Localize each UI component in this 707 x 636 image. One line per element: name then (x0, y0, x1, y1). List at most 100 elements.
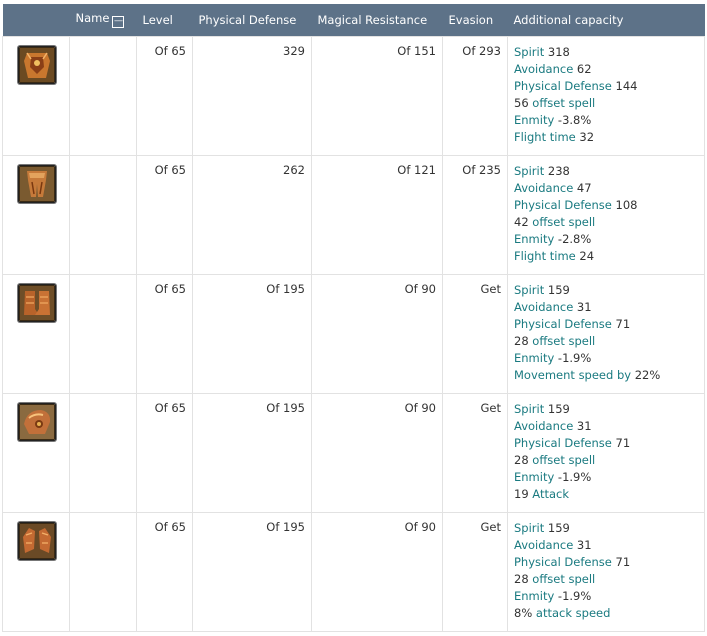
capacity-stat-link[interactable]: Spirit (514, 283, 544, 297)
capacity-prefix: 42 (514, 214, 533, 229)
capacity-stat-link[interactable]: Avoidance (514, 300, 573, 314)
capacity-line: Spirit 318 (514, 44, 698, 61)
capacity-line: Physical Defense 71 (514, 316, 698, 333)
capacity-line: 19 Attack (514, 486, 698, 503)
capacity-line: Spirit 238 (514, 163, 698, 180)
capacity-stat-link[interactable]: Avoidance (514, 181, 573, 195)
item-stats-table: Name — Level Physical Defense Magical Res… (2, 4, 705, 632)
table-header-row: Name — Level Physical Defense Magical Res… (2, 4, 705, 36)
capacity-stat-link[interactable]: Flight time (514, 249, 576, 263)
table-row[interactable]: Of 65 329 Of 151 Of 293 Spirit 318 Avoidance … (2, 35, 705, 156)
capacity-line: Avoidance 62 (514, 61, 698, 78)
capacity-value: -1.9% (554, 588, 592, 603)
capacity-stat-link[interactable]: Avoidance (514, 419, 573, 433)
capacity-line: Flight time 32 (514, 129, 698, 146)
item-physical-defense-cell: Of 195 (192, 392, 312, 513)
capacity-stat-link[interactable]: Enmity (514, 232, 554, 246)
capacity-line: Spirit 159 (514, 401, 698, 418)
item-additional-capacity-cell: Spirit 159 Avoidance 31 Physical Defense 7… (507, 273, 705, 394)
capacity-value: -1.9% (554, 350, 592, 365)
capacity-stat-link[interactable]: Physical Defense (514, 79, 612, 93)
item-icon-cell (2, 392, 70, 513)
capacity-line: Avoidance 31 (514, 299, 698, 316)
item-magical-resistance-cell: Of 90 (311, 511, 443, 632)
capacity-line: Enmity -1.9% (514, 469, 698, 486)
armor-breastplate-icon[interactable] (18, 45, 56, 84)
capacity-prefix: 28 (514, 571, 533, 586)
capacity-stat-link[interactable]: Physical Defense (514, 317, 612, 331)
armor-shoulder-icon[interactable] (18, 402, 56, 441)
capacity-line: Avoidance 31 (514, 418, 698, 435)
capacity-value: 159 (544, 401, 570, 416)
capacity-line: Avoidance 31 (514, 537, 698, 554)
capacity-stat-link[interactable]: Movement speed by (514, 368, 631, 382)
capacity-value: 22% (631, 367, 661, 382)
header-level[interactable]: Level (137, 4, 193, 36)
capacity-prefix: 28 (514, 333, 533, 348)
capacity-value: 108 (611, 197, 638, 212)
capacity-value: 238 (544, 163, 570, 178)
item-additional-capacity-cell: Spirit 318 Avoidance 62 Physical Defense 1… (507, 35, 705, 156)
header-name[interactable]: Name — (70, 4, 137, 36)
capacity-stat-link[interactable]: Attack (532, 487, 569, 501)
item-level-cell: Of 65 (136, 154, 193, 275)
capacity-stat-link[interactable]: attack speed (536, 606, 611, 620)
table-row[interactable]: Of 65 262 Of 121 Of 235 Spirit 238 Avoidance … (2, 154, 705, 275)
item-additional-capacity-cell: Spirit 159 Avoidance 31 Physical Defense 7… (507, 511, 705, 632)
capacity-value: 32 (575, 129, 595, 144)
capacity-line: Enmity -1.9% (514, 588, 698, 605)
capacity-stat-link[interactable]: Physical Defense (514, 198, 612, 212)
capacity-stat-link[interactable]: Flight time (514, 130, 576, 144)
capacity-prefix: 8% (514, 605, 536, 620)
capacity-stat-link[interactable]: offset spell (532, 96, 595, 110)
header-magical-resistance[interactable]: Magical Resistance (312, 4, 443, 36)
capacity-value: 159 (544, 282, 570, 297)
armor-boots-icon[interactable] (18, 283, 56, 322)
capacity-stat-link[interactable]: Physical Defense (514, 436, 612, 450)
table-row[interactable]: Of 65 Of 195 Of 90 Get Spirit 159 Avoidance 3… (2, 511, 705, 632)
capacity-stat-link[interactable]: Spirit (514, 521, 544, 535)
capacity-stat-link[interactable]: Physical Defense (514, 555, 612, 569)
capacity-line: Spirit 159 (514, 520, 698, 537)
capacity-line: Physical Defense 144 (514, 78, 698, 95)
capacity-stat-link[interactable]: Avoidance (514, 62, 573, 76)
capacity-stat-link[interactable]: offset spell (532, 334, 595, 348)
capacity-stat-link[interactable]: Enmity (514, 470, 554, 484)
header-icon (3, 4, 70, 36)
armor-leggings-icon[interactable] (18, 164, 56, 203)
table-row[interactable]: Of 65 Of 195 Of 90 Get Spirit 159 Avoidance 3… (2, 392, 705, 513)
collapse-icon[interactable]: — (112, 16, 125, 29)
capacity-line: Enmity -2.8% (514, 231, 698, 248)
capacity-line: Flight time 24 (514, 248, 698, 265)
header-physical-defense[interactable]: Physical Defense (193, 4, 312, 36)
capacity-stat-link[interactable]: Spirit (514, 45, 544, 59)
armor-gloves-icon[interactable] (18, 521, 56, 560)
item-magical-resistance-cell: Of 90 (311, 392, 443, 513)
capacity-value: 71 (611, 316, 631, 331)
capacity-line: Enmity -1.9% (514, 350, 698, 367)
item-icon-cell (2, 273, 70, 394)
capacity-stat-link[interactable]: Spirit (514, 164, 544, 178)
capacity-stat-link[interactable]: Enmity (514, 113, 554, 127)
capacity-stat-link[interactable]: Spirit (514, 402, 544, 416)
capacity-stat-link[interactable]: Avoidance (514, 538, 573, 552)
item-name-cell (69, 392, 137, 513)
header-additional-capacity: Additional capacity (513, 12, 624, 27)
header-evasion[interactable]: Evasion (443, 4, 508, 36)
capacity-stat-link[interactable]: offset spell (532, 572, 595, 586)
capacity-line: 28 offset spell (514, 333, 698, 350)
item-evasion-cell: Get (442, 392, 508, 513)
capacity-stat-link[interactable]: offset spell (532, 215, 595, 229)
capacity-stat-link[interactable]: Enmity (514, 589, 554, 603)
capacity-value: 71 (611, 435, 631, 450)
table-row[interactable]: Of 65 Of 195 Of 90 Get Spirit 159 Avoidance 3… (2, 273, 705, 394)
capacity-value: 318 (544, 44, 570, 59)
capacity-value: 159 (544, 520, 570, 535)
item-name-cell (69, 154, 137, 275)
item-level-cell: Of 65 (136, 511, 193, 632)
capacity-stat-link[interactable]: offset spell (532, 453, 595, 467)
capacity-stat-link[interactable]: Enmity (514, 351, 554, 365)
capacity-value: 71 (611, 554, 631, 569)
item-magical-resistance-cell: Of 90 (311, 273, 443, 394)
capacity-line: 28 offset spell (514, 571, 698, 588)
